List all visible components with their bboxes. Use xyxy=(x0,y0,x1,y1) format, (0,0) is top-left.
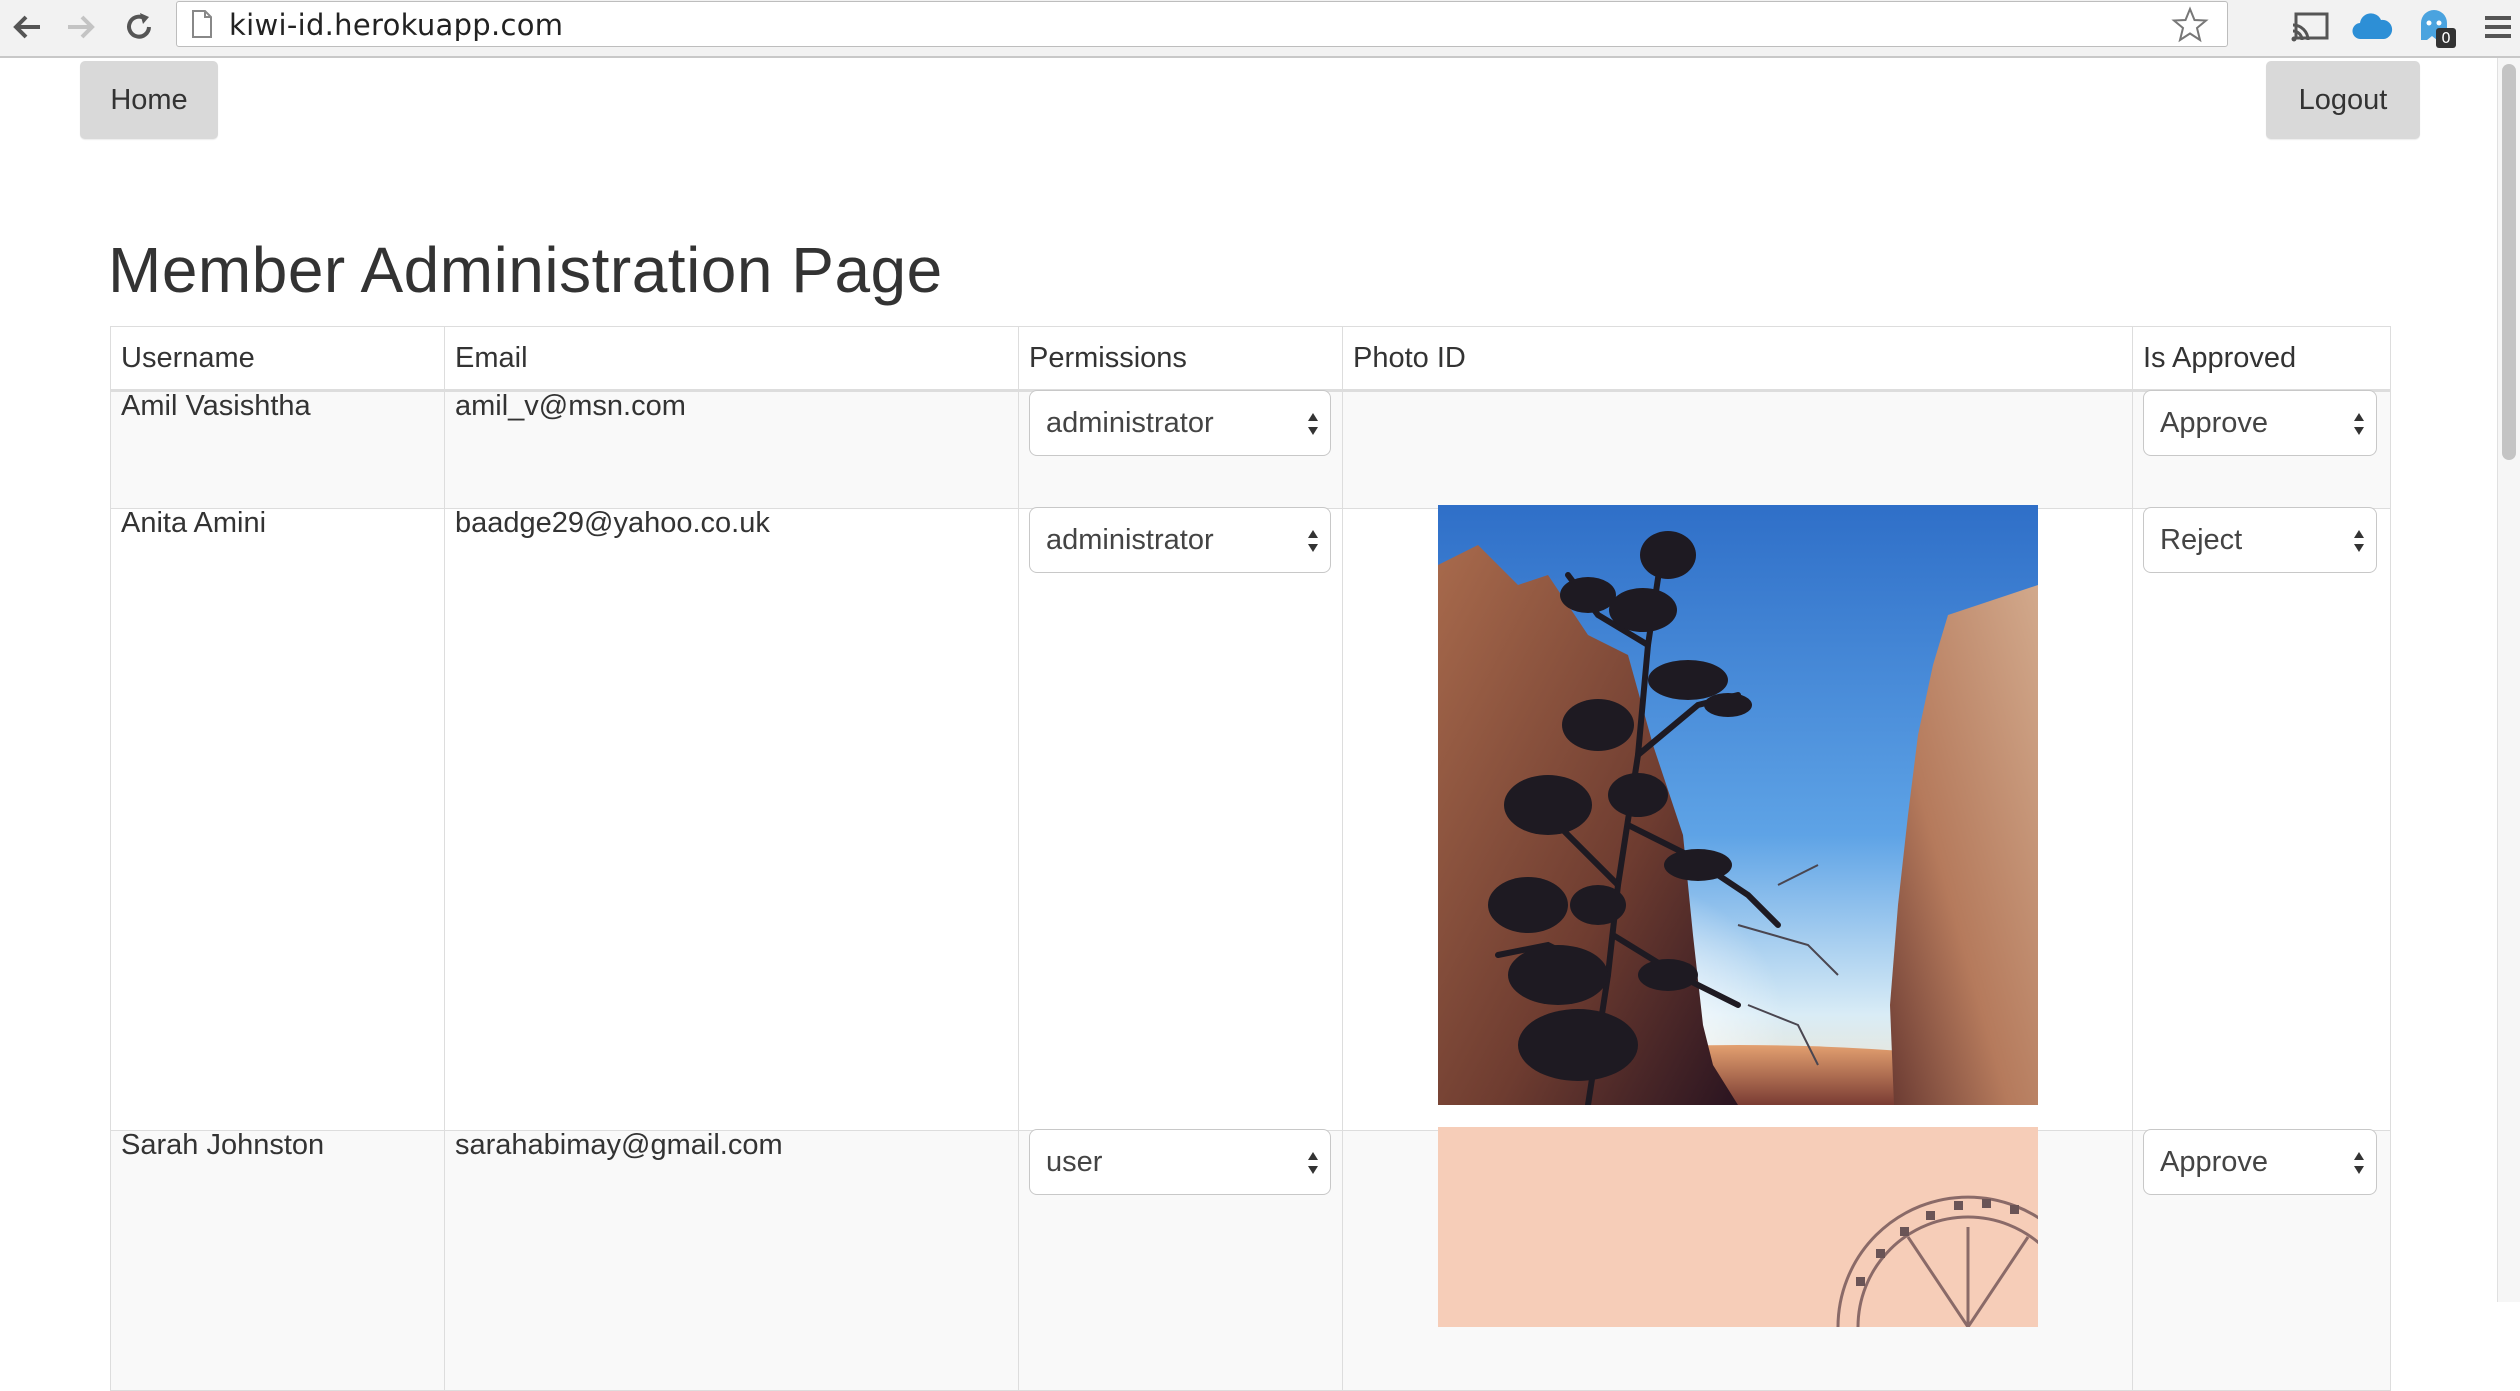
cloud-icon[interactable] xyxy=(2348,4,2396,50)
approval-value: Approve xyxy=(2160,407,2269,439)
table-row: Sarah Johnston sarahabimay@gmail.com use… xyxy=(110,1127,2391,1391)
photo-id-cell xyxy=(1342,1127,2133,1391)
permissions-cell: user xyxy=(1018,1129,1343,1391)
table-row: Anita Amini baadge29@yahoo.co.uk adminis… xyxy=(110,505,2391,1131)
email-cell: sarahabimay@gmail.com xyxy=(444,1129,1019,1391)
browser-toolbar: kiwi-id.herokuapp.com 0 xyxy=(0,0,2520,58)
menu-icon[interactable] xyxy=(2478,4,2518,50)
photo-id-image xyxy=(1437,1127,2038,1327)
permissions-select[interactable]: administrator xyxy=(1029,390,1331,456)
page-scrollbar[interactable] xyxy=(2497,58,2520,1302)
approval-select[interactable]: Approve xyxy=(2143,390,2377,456)
approval-cell: Reject xyxy=(2132,507,2391,1131)
approval-cell: Approve xyxy=(2132,1129,2391,1391)
photo-id-cell xyxy=(1342,390,2133,509)
table-row: Amil Vasishtha amil_v@msn.com administra… xyxy=(110,390,2391,509)
photo-id-image xyxy=(1437,505,2038,1105)
select-arrows-icon xyxy=(2354,413,2364,435)
scrollbar-thumb[interactable] xyxy=(2502,64,2516,460)
email-cell: baadge29@yahoo.co.uk xyxy=(444,507,1019,1131)
header-is-approved: Is Approved xyxy=(2132,326,2391,392)
address-bar[interactable]: kiwi-id.herokuapp.com xyxy=(176,1,2228,47)
url-text: kiwi-id.herokuapp.com xyxy=(229,8,564,42)
email-text: baadge29@yahoo.co.uk xyxy=(455,507,770,539)
approval-value: Reject xyxy=(2160,524,2243,556)
approval-cell: Approve xyxy=(2132,390,2391,509)
username-cell: Anita Amini xyxy=(110,507,445,1131)
permissions-cell: administrator xyxy=(1018,507,1343,1131)
bookmark-star-icon[interactable] xyxy=(2171,6,2209,49)
select-arrows-icon xyxy=(2354,1152,2364,1174)
page-title: Member Administration Page xyxy=(108,234,943,306)
permissions-select[interactable]: user xyxy=(1029,1129,1331,1195)
approval-select[interactable]: Approve xyxy=(2143,1129,2377,1195)
members-table: Username Email Permissions Photo ID Is A… xyxy=(110,326,2391,1391)
username-text: Amil Vasishtha xyxy=(121,390,311,422)
logout-button[interactable]: Logout xyxy=(2266,61,2420,139)
photo-id-cell xyxy=(1342,505,2133,1131)
permissions-select[interactable]: administrator xyxy=(1029,507,1331,573)
header-permissions: Permissions xyxy=(1018,326,1343,392)
table-header-row: Username Email Permissions Photo ID Is A… xyxy=(110,326,2391,392)
username-text: Anita Amini xyxy=(121,507,267,539)
approval-value: Approve xyxy=(2160,1146,2269,1178)
username-text: Sarah Johnston xyxy=(121,1129,325,1161)
email-text: amil_v@msn.com xyxy=(455,390,686,422)
select-arrows-icon xyxy=(1308,530,1318,552)
approval-select[interactable]: Reject xyxy=(2143,507,2377,573)
ghost-extension-icon[interactable]: 0 xyxy=(2414,4,2456,50)
page-icon xyxy=(191,10,213,43)
permissions-cell: administrator xyxy=(1018,390,1343,509)
home-button[interactable]: Home xyxy=(80,61,218,139)
email-text: sarahabimay@gmail.com xyxy=(455,1129,783,1161)
header-username: Username xyxy=(110,326,445,392)
cast-icon[interactable] xyxy=(2288,4,2332,50)
header-photo-id: Photo ID xyxy=(1342,326,2133,392)
header-email: Email xyxy=(444,326,1019,392)
permissions-value: administrator xyxy=(1046,524,1214,556)
permissions-value: user xyxy=(1046,1146,1103,1178)
back-icon[interactable] xyxy=(4,4,50,50)
select-arrows-icon xyxy=(2354,530,2364,552)
select-arrows-icon xyxy=(1308,1152,1318,1174)
extension-badge: 0 xyxy=(2436,28,2456,48)
reload-icon[interactable] xyxy=(116,4,162,50)
forward-icon[interactable] xyxy=(58,4,104,50)
username-cell: Sarah Johnston xyxy=(110,1129,445,1391)
permissions-value: administrator xyxy=(1046,407,1214,439)
username-cell: Amil Vasishtha xyxy=(110,390,445,509)
select-arrows-icon xyxy=(1308,413,1318,435)
email-cell: amil_v@msn.com xyxy=(444,390,1019,509)
